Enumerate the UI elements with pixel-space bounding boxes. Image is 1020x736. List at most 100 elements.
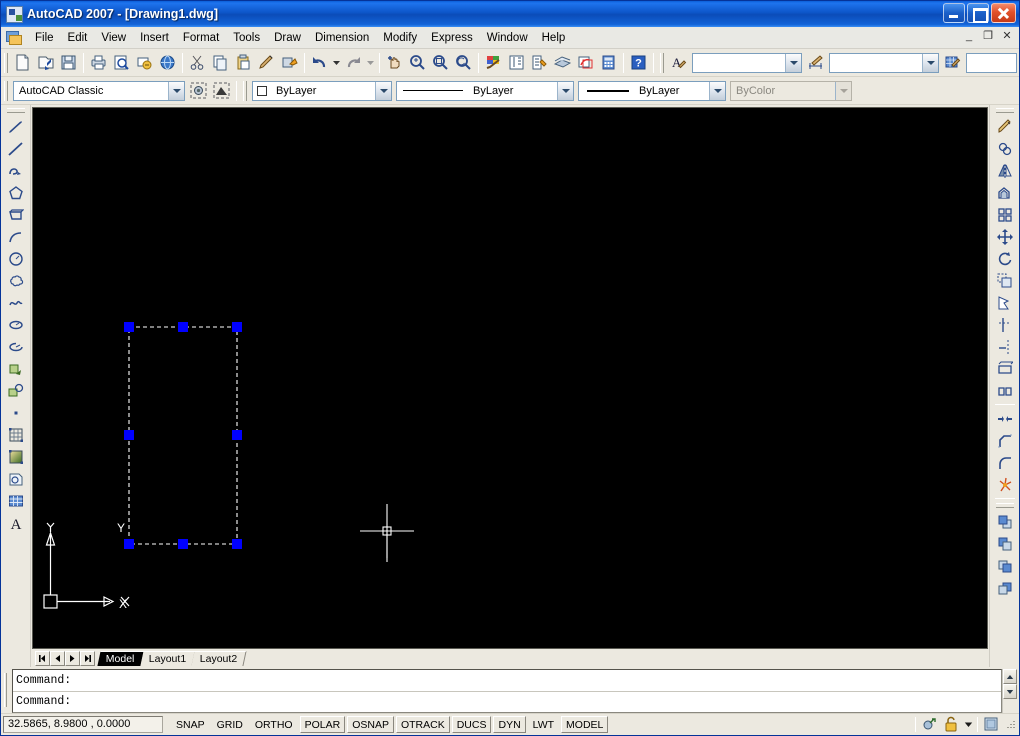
- bring-above-object-icon[interactable]: [993, 555, 1017, 577]
- spline-icon[interactable]: [4, 292, 28, 314]
- linetype-control-combo[interactable]: ByLayer: [396, 80, 574, 101]
- construction-line-icon[interactable]: [4, 138, 28, 160]
- dimension-style-combo[interactable]: [829, 52, 939, 73]
- stretch-icon[interactable]: [993, 292, 1017, 314]
- plot-icon[interactable]: [87, 51, 110, 74]
- etransmit-icon[interactable]: [156, 51, 179, 74]
- next-tab-icon[interactable]: [65, 650, 80, 666]
- zoom-previous-icon[interactable]: [452, 51, 475, 74]
- new-icon[interactable]: [11, 51, 34, 74]
- status-toggle-otrack[interactable]: OTRACK: [395, 716, 450, 733]
- menu-view[interactable]: View: [94, 29, 133, 47]
- erase-icon[interactable]: [993, 116, 1017, 138]
- make-block-icon[interactable]: [4, 380, 28, 402]
- dimension-style-icon[interactable]: [804, 51, 827, 74]
- undo-icon[interactable]: [308, 51, 331, 74]
- send-under-object-icon[interactable]: [993, 577, 1017, 599]
- clean-screen-icon[interactable]: [981, 715, 1000, 733]
- insert-block-icon[interactable]: [4, 358, 28, 380]
- first-tab-icon[interactable]: [35, 650, 50, 666]
- table-style-icon[interactable]: [941, 51, 964, 74]
- text-style-icon[interactable]: A: [667, 51, 690, 74]
- command-scrollbar[interactable]: [1002, 669, 1017, 713]
- command-window-grip[interactable]: [3, 669, 10, 713]
- properties-icon[interactable]: [482, 51, 505, 74]
- zoom-realtime-icon[interactable]: [406, 51, 429, 74]
- break-icon[interactable]: [993, 358, 1017, 380]
- paste-icon[interactable]: [232, 51, 255, 74]
- menu-dimension[interactable]: Dimension: [308, 29, 376, 47]
- close-button[interactable]: [991, 3, 1016, 23]
- communication-center-icon[interactable]: [919, 715, 938, 733]
- offset-icon[interactable]: [993, 182, 1017, 204]
- minimize-button[interactable]: [943, 3, 965, 23]
- drawing-canvas[interactable]: Y X: [32, 107, 988, 649]
- lineweight-dropdown-arrow[interactable]: [709, 81, 725, 100]
- bring-to-front-icon[interactable]: [993, 511, 1017, 533]
- toolbar-grip[interactable]: [4, 52, 8, 73]
- status-menu-arrow-icon[interactable]: [963, 715, 974, 733]
- trim-icon[interactable]: [993, 314, 1017, 336]
- color-control-combo[interactable]: ByLayer: [252, 80, 392, 101]
- tab-layout1[interactable]: Layout1: [140, 650, 196, 666]
- menu-edit[interactable]: Edit: [61, 29, 95, 47]
- send-to-back-icon[interactable]: [993, 533, 1017, 555]
- workspaces-toolbar-grip[interactable]: [4, 80, 8, 101]
- color-dropdown-arrow[interactable]: [375, 81, 391, 100]
- status-toggle-lwt[interactable]: LWT: [528, 716, 559, 733]
- status-toggle-model[interactable]: MODEL: [561, 716, 609, 733]
- polyline-icon[interactable]: [4, 160, 28, 182]
- plot-preview-icon[interactable]: [110, 51, 133, 74]
- padlock-unlocked-icon[interactable]: [941, 715, 960, 733]
- previous-tab-icon[interactable]: [50, 650, 65, 666]
- workspace-dropdown-arrow[interactable]: [168, 81, 184, 100]
- draw-toolbar-grip[interactable]: [6, 108, 25, 113]
- break-at-point-icon[interactable]: [993, 380, 1017, 402]
- mdi-minimize-button[interactable]: _: [961, 29, 977, 44]
- maximize-button[interactable]: [967, 3, 989, 23]
- hatch-icon[interactable]: [4, 424, 28, 446]
- rotate-icon[interactable]: [993, 248, 1017, 270]
- polygon-icon[interactable]: [4, 182, 28, 204]
- pan-realtime-icon[interactable]: [383, 51, 406, 74]
- block-editor-icon[interactable]: [278, 51, 301, 74]
- table-style-combo[interactable]: [966, 52, 1017, 73]
- calculator-icon[interactable]: [597, 51, 620, 74]
- revision-cloud-icon[interactable]: [4, 270, 28, 292]
- point-icon[interactable]: [4, 402, 28, 424]
- multiline-text-icon[interactable]: A: [4, 512, 28, 534]
- copy-icon[interactable]: [209, 51, 232, 74]
- dimension-style-dropdown-arrow[interactable]: [922, 53, 938, 72]
- coordinates-display[interactable]: 32.5865, 8.9800 , 0.0000: [3, 716, 163, 733]
- menu-tools[interactable]: Tools: [226, 29, 267, 47]
- gradient-icon[interactable]: [4, 446, 28, 468]
- tab-layout2[interactable]: Layout2: [191, 650, 247, 666]
- text-style-combo[interactable]: [692, 52, 802, 73]
- draworder-toolbar-grip[interactable]: [995, 503, 1014, 508]
- menu-express[interactable]: Express: [424, 29, 480, 47]
- styles-toolbar-grip[interactable]: [660, 52, 664, 73]
- modify-toolbar-grip[interactable]: [995, 108, 1014, 113]
- redo-icon[interactable]: [342, 51, 365, 74]
- help-icon[interactable]: ?: [627, 51, 650, 74]
- workspace-settings-icon[interactable]: [187, 79, 210, 102]
- resize-grip[interactable]: [1003, 718, 1015, 730]
- status-toggle-ducs[interactable]: DUCS: [451, 716, 492, 733]
- extend-icon[interactable]: [993, 336, 1017, 358]
- command-prompt-line[interactable]: Command:: [13, 692, 1001, 713]
- undo-dropdown-icon[interactable]: [331, 51, 342, 74]
- design-center-icon[interactable]: [505, 51, 528, 74]
- sheet-set-icon[interactable]: [551, 51, 574, 74]
- properties-bar-grip[interactable]: [243, 80, 247, 101]
- text-style-dropdown-arrow[interactable]: [785, 53, 801, 72]
- fillet-icon[interactable]: [993, 452, 1017, 474]
- last-tab-icon[interactable]: [80, 650, 95, 666]
- linetype-dropdown-arrow[interactable]: [557, 81, 573, 100]
- table-icon[interactable]: [4, 490, 28, 512]
- publish-icon[interactable]: [133, 51, 156, 74]
- circle-icon[interactable]: [4, 248, 28, 270]
- plotstyle-dropdown-arrow[interactable]: [835, 81, 851, 100]
- ellipse-arc-icon[interactable]: [4, 336, 28, 358]
- explode-icon[interactable]: [993, 474, 1017, 496]
- scroll-up-icon[interactable]: [1003, 669, 1017, 684]
